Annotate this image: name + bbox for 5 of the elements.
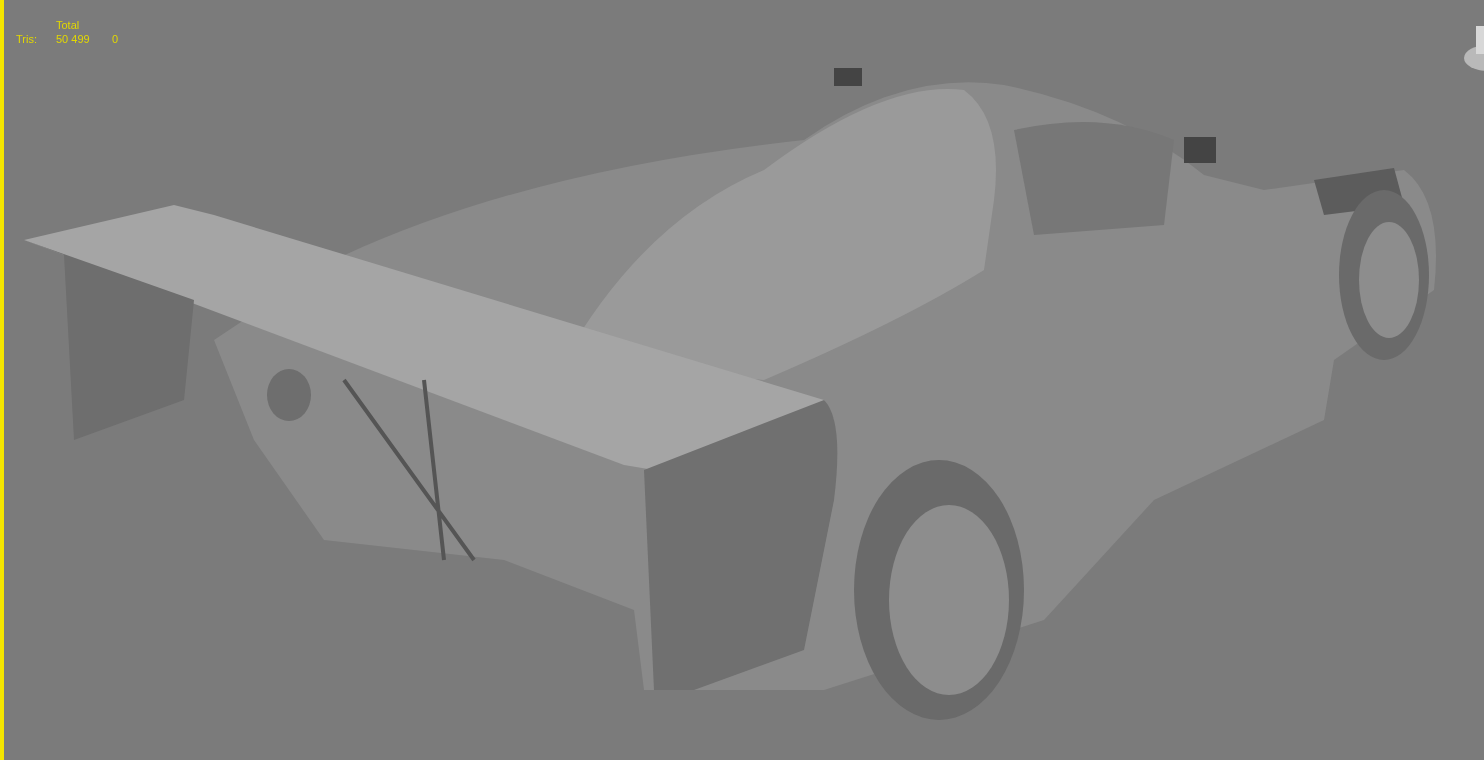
view-cube-drawing[interactable] [1464, 26, 1484, 71]
stats-header: Total [56, 18, 81, 32]
stats-value: 0 [112, 32, 120, 46]
stats-value: 50 499 [56, 32, 91, 46]
stats-label: Tris: [16, 32, 38, 46]
